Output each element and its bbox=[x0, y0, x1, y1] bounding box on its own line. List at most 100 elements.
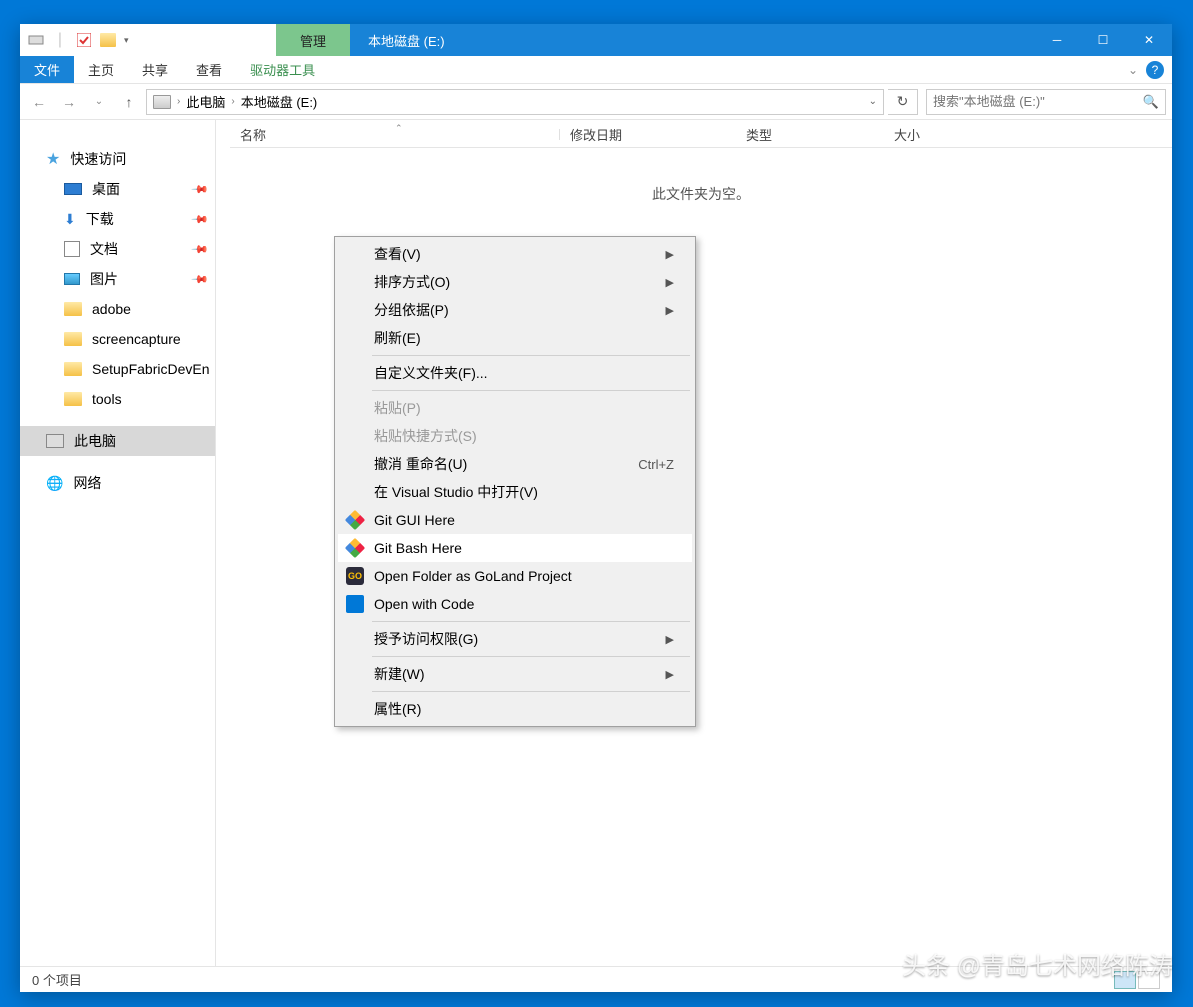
sidebar-item-label: 网络 bbox=[73, 473, 101, 493]
ctx-customize[interactable]: 自定义文件夹(F)... bbox=[338, 359, 692, 387]
sidebar-item-pictures[interactable]: 图片 📌 bbox=[20, 264, 215, 294]
chevron-right-icon[interactable]: › bbox=[231, 96, 234, 107]
ctx-view[interactable]: 查看(V)▶ bbox=[338, 240, 692, 268]
minimize-button[interactable]: ─ bbox=[1034, 24, 1080, 56]
separator bbox=[372, 390, 690, 391]
nav-pane: ★快速访问 桌面 📌 ⬇ 下载 📌 文档 📌 图片 📌 adobe screencaptu… bbox=[20, 120, 216, 966]
tab-view[interactable]: 查看 bbox=[182, 56, 236, 83]
downloads-icon: ⬇ bbox=[64, 211, 76, 228]
column-date[interactable]: 修改日期 bbox=[560, 125, 736, 144]
back-button[interactable]: ← bbox=[26, 89, 52, 115]
titlebar: | ▾ 管理 本地磁盘 (E:) ─ ☐ ✕ bbox=[20, 24, 1172, 56]
pictures-icon bbox=[64, 273, 80, 285]
column-name[interactable]: 名称⌃ bbox=[230, 125, 560, 144]
new-folder-icon[interactable] bbox=[100, 32, 116, 48]
maximize-button[interactable]: ☐ bbox=[1080, 24, 1126, 56]
folder-icon bbox=[64, 362, 82, 376]
forward-button[interactable]: → bbox=[56, 89, 82, 115]
chevron-right-icon: ▶ bbox=[666, 668, 674, 681]
chevron-right-icon: ▶ bbox=[666, 276, 674, 289]
sidebar-item-label: 图片 bbox=[90, 269, 118, 289]
breadcrumb-pc[interactable]: 此电脑 bbox=[186, 92, 225, 111]
search-input[interactable] bbox=[933, 94, 1143, 109]
separator bbox=[372, 621, 690, 622]
ctx-sort[interactable]: 排序方式(O)▶ bbox=[338, 268, 692, 296]
sidebar-item-label: 桌面 bbox=[92, 179, 120, 199]
address-bar[interactable]: › 此电脑 › 本地磁盘 (E:) ⌄ bbox=[146, 89, 884, 115]
properties-icon[interactable] bbox=[76, 32, 92, 48]
navigation-bar: ← → ⌄ ↑ › 此电脑 › 本地磁盘 (E:) ⌄ ↻ 🔍 bbox=[20, 84, 1172, 120]
tab-share[interactable]: 共享 bbox=[128, 56, 182, 83]
sidebar-item-documents[interactable]: 文档 📌 bbox=[20, 234, 215, 264]
shortcut-label: Ctrl+Z bbox=[638, 457, 674, 472]
ctx-properties[interactable]: 属性(R) bbox=[338, 695, 692, 723]
titlebar-drag[interactable] bbox=[463, 24, 1034, 56]
git-icon bbox=[345, 510, 365, 530]
ctx-undo[interactable]: 撤消 重命名(U)Ctrl+Z bbox=[338, 450, 692, 478]
folder-icon bbox=[64, 332, 82, 346]
column-size[interactable]: 大小 bbox=[884, 125, 920, 144]
ctx-new[interactable]: 新建(W)▶ bbox=[338, 660, 692, 688]
star-icon: ★ bbox=[46, 149, 60, 169]
column-type[interactable]: 类型 bbox=[736, 125, 884, 144]
help-icon[interactable]: ? bbox=[1146, 61, 1164, 79]
network-icon: 🌐 bbox=[46, 475, 63, 492]
folder-icon bbox=[64, 302, 82, 316]
chevron-right-icon[interactable]: › bbox=[177, 96, 180, 107]
search-box[interactable]: 🔍 bbox=[926, 89, 1166, 115]
recent-dropdown-icon[interactable]: ⌄ bbox=[86, 89, 112, 115]
ctx-vscode[interactable]: Open with Code bbox=[338, 590, 692, 618]
sort-indicator-icon: ⌃ bbox=[395, 123, 403, 134]
up-button[interactable]: ↑ bbox=[116, 89, 142, 115]
ctx-git-bash[interactable]: Git Bash Here bbox=[338, 534, 692, 562]
git-icon bbox=[345, 538, 365, 558]
folder-icon bbox=[64, 392, 82, 406]
pin-icon: 📌 bbox=[191, 240, 210, 259]
tab-file[interactable]: 文件 bbox=[20, 56, 74, 83]
sidebar-item-quick-access[interactable]: ★快速访问 bbox=[20, 144, 215, 174]
sidebar-item-label: SetupFabricDevEn bbox=[92, 361, 210, 377]
sidebar-item-network[interactable]: 🌐 网络 bbox=[20, 468, 215, 498]
breadcrumb-drive[interactable]: 本地磁盘 (E:) bbox=[241, 92, 318, 111]
window-controls: ─ ☐ ✕ bbox=[1034, 24, 1172, 56]
title-context-tab[interactable]: 管理 bbox=[276, 24, 350, 56]
sidebar-item-adobe[interactable]: adobe bbox=[20, 294, 215, 324]
column-headers: 名称⌃ 修改日期 类型 大小 bbox=[230, 120, 1172, 148]
sidebar-item-setupfabric[interactable]: SetupFabricDevEn bbox=[20, 354, 215, 384]
ctx-refresh[interactable]: 刷新(E) bbox=[338, 324, 692, 352]
separator bbox=[372, 656, 690, 657]
status-item-count: 0 个项目 bbox=[32, 970, 82, 989]
ctx-paste-shortcut: 粘贴快捷方式(S) bbox=[338, 422, 692, 450]
ribbon-tabs: 文件 主页 共享 查看 驱动器工具 ⌄ ? bbox=[20, 56, 1172, 84]
sidebar-item-downloads[interactable]: ⬇下载📌 bbox=[20, 204, 215, 234]
ctx-group[interactable]: 分组依据(P)▶ bbox=[338, 296, 692, 324]
close-button[interactable]: ✕ bbox=[1126, 24, 1172, 56]
ctx-open-vs[interactable]: 在 Visual Studio 中打开(V) bbox=[338, 478, 692, 506]
ctx-grant-access[interactable]: 授予访问权限(G)▶ bbox=[338, 625, 692, 653]
refresh-button[interactable]: ↻ bbox=[888, 89, 918, 115]
context-menu: 查看(V)▶ 排序方式(O)▶ 分组依据(P)▶ 刷新(E) 自定义文件夹(F)… bbox=[334, 236, 696, 727]
empty-folder-message: 此文件夹为空。 bbox=[230, 184, 1172, 204]
ctx-git-gui[interactable]: Git GUI Here bbox=[338, 506, 692, 534]
qat-dropdown-icon[interactable]: ▾ bbox=[124, 35, 136, 46]
sidebar-item-label: 此电脑 bbox=[74, 431, 116, 451]
sidebar-item-thispc[interactable]: 此电脑 bbox=[20, 426, 215, 456]
chevron-right-icon: ▶ bbox=[666, 304, 674, 317]
tab-home[interactable]: 主页 bbox=[74, 56, 128, 83]
search-icon[interactable]: 🔍 bbox=[1143, 94, 1159, 110]
ribbon-collapse-icon[interactable]: ⌄ bbox=[1128, 63, 1138, 77]
sidebar-item-screencapture[interactable]: screencapture bbox=[20, 324, 215, 354]
sidebar-item-label: 下载 bbox=[86, 209, 114, 229]
sidebar-item-desktop[interactable]: 桌面 📌 bbox=[20, 174, 215, 204]
pc-icon bbox=[46, 434, 64, 448]
sidebar-item-tools[interactable]: tools bbox=[20, 384, 215, 414]
goland-icon: GO bbox=[346, 567, 364, 585]
ctx-goland[interactable]: GOOpen Folder as GoLand Project bbox=[338, 562, 692, 590]
pin-icon: 📌 bbox=[191, 270, 210, 289]
ctx-paste: 粘贴(P) bbox=[338, 394, 692, 422]
tab-drive-tools[interactable]: 驱动器工具 bbox=[236, 56, 329, 83]
sidebar-item-label: 文档 bbox=[90, 239, 118, 259]
address-dropdown-icon[interactable]: ⌄ bbox=[869, 96, 877, 107]
vscode-icon bbox=[346, 595, 364, 613]
pin-icon: 📌 bbox=[191, 180, 210, 199]
